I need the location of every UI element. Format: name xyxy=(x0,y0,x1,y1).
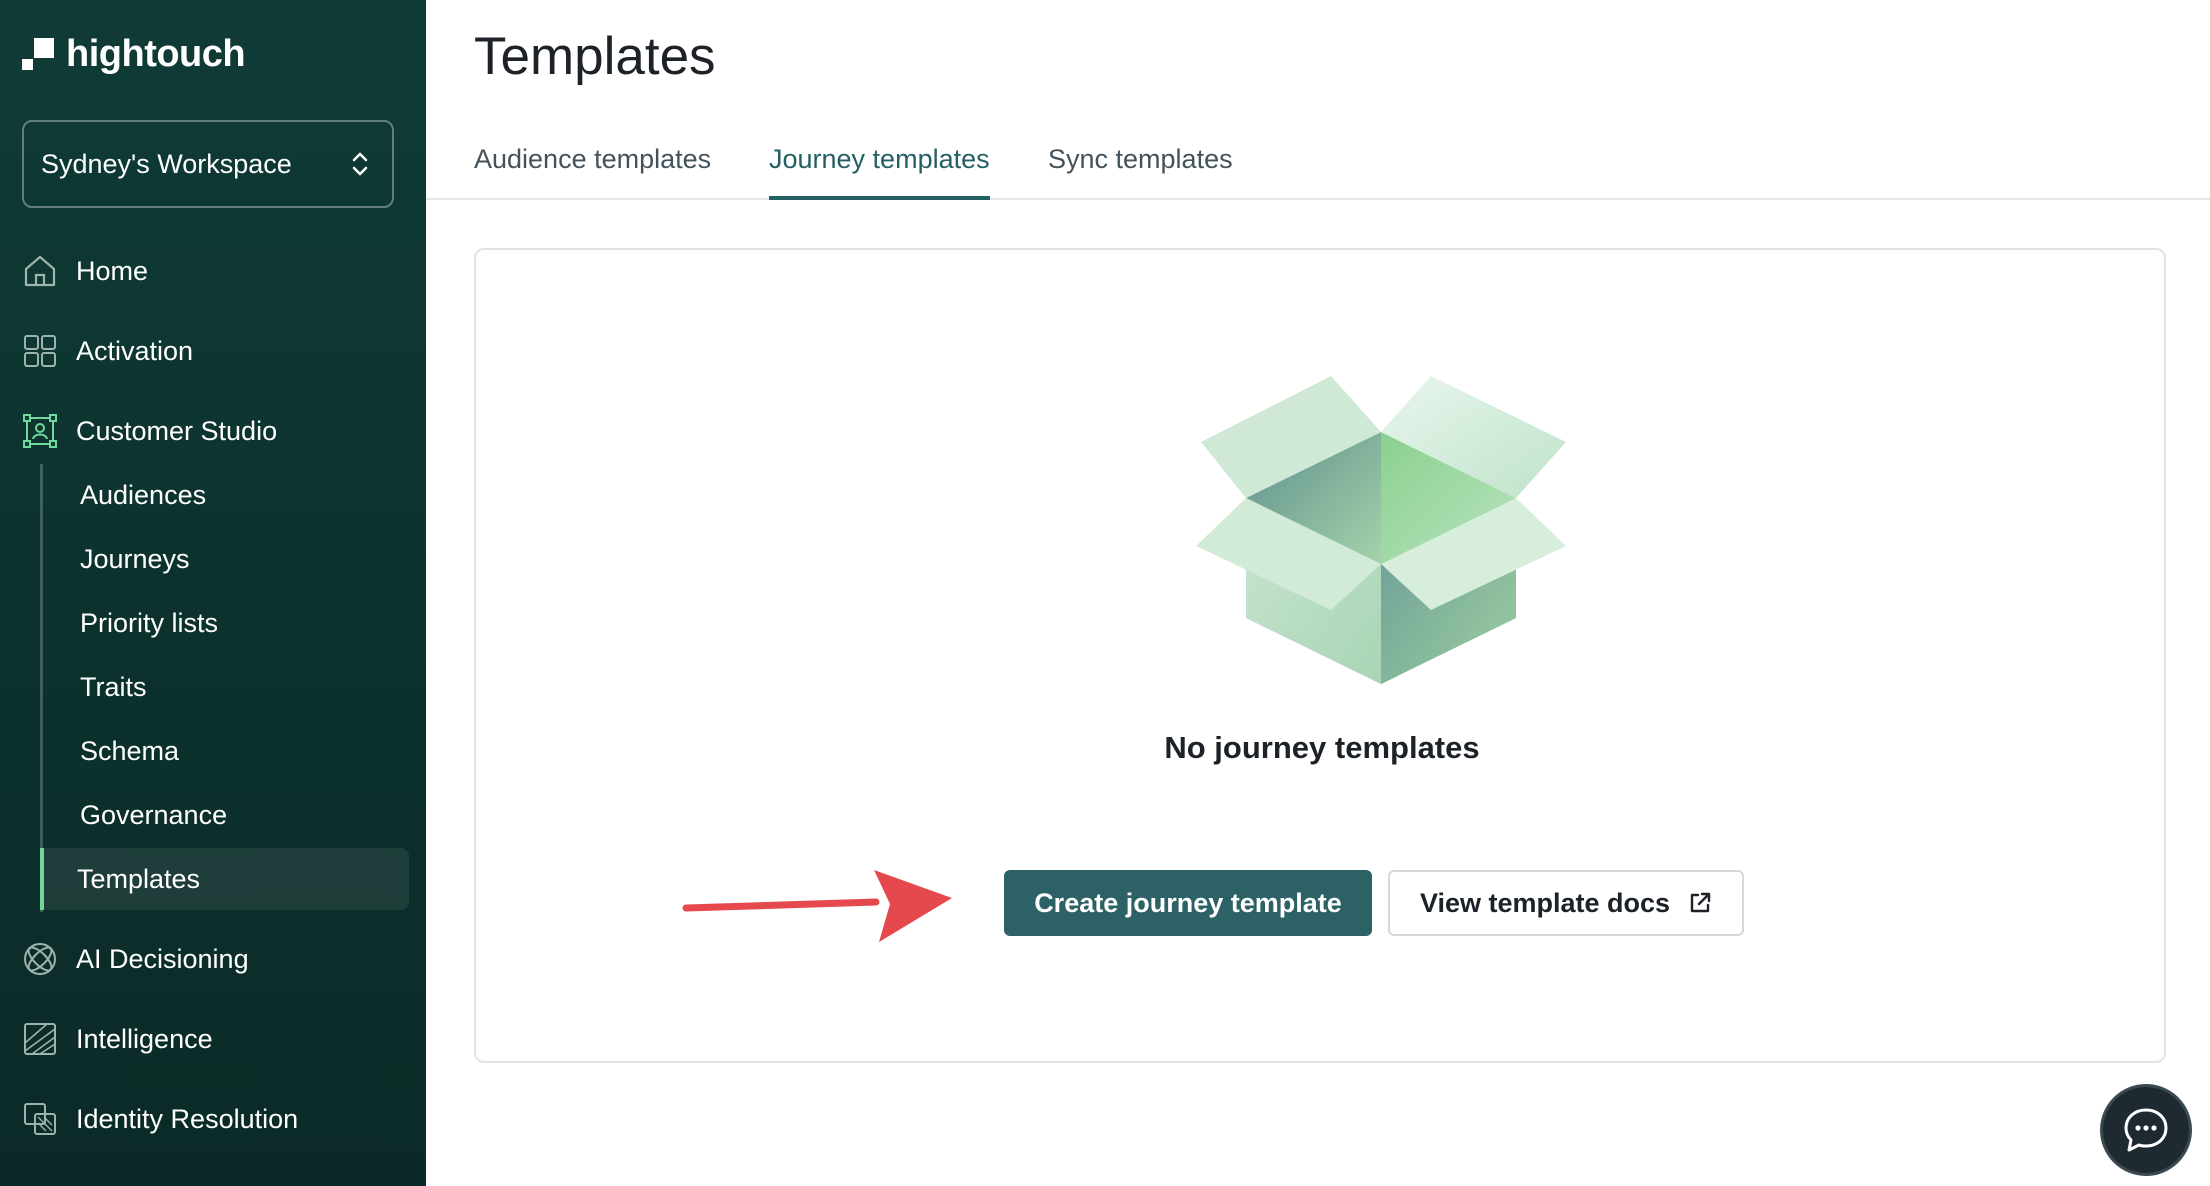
sidebar-subitem-label: Templates xyxy=(77,863,201,894)
sidebar-item-identity-resolution[interactable]: Identity Resolution xyxy=(22,1094,298,1144)
empty-state-card: No journey templates Create journey temp… xyxy=(474,248,2166,1063)
app-window: hightouch Sydney's Workspace Home Activa… xyxy=(0,0,2210,1186)
sidebar-item-label: AI Decisioning xyxy=(76,943,249,974)
sidebar: hightouch Sydney's Workspace Home Activa… xyxy=(0,0,426,1186)
sidebar-item-ai-decisioning[interactable]: AI Decisioning xyxy=(22,934,249,984)
sidebar-item-customer-studio[interactable]: Customer Studio xyxy=(22,406,277,456)
sidebar-subitem-label: Audiences xyxy=(80,479,207,510)
sidebar-item-home[interactable]: Home xyxy=(22,246,148,296)
sidebar-subitem-journeys[interactable]: Journeys xyxy=(43,528,409,590)
chevron-up-down-icon xyxy=(352,152,368,176)
sidebar-subitem-label: Priority lists xyxy=(80,607,219,638)
brand-logo[interactable]: hightouch xyxy=(22,30,246,78)
ai-decisioning-icon xyxy=(22,941,58,977)
intelligence-icon xyxy=(22,1021,58,1057)
tab-bar: Audience templates Journey templates Syn… xyxy=(426,130,2210,200)
sidebar-item-activation[interactable]: Activation xyxy=(22,326,193,376)
home-icon xyxy=(22,253,58,289)
sidebar-subitem-templates[interactable]: Templates xyxy=(40,848,409,910)
workspace-name: Sydney's Workspace xyxy=(41,148,292,179)
main-content: Templates Audience templates Journey tem… xyxy=(426,0,2210,1186)
empty-box-illustration xyxy=(1196,376,1566,684)
page-title: Templates xyxy=(474,27,716,86)
sidebar-item-label: Home xyxy=(76,255,149,286)
sidebar-item-label: Activation xyxy=(76,335,194,366)
sidebar-subitem-schema[interactable]: Schema xyxy=(43,720,409,782)
create-journey-template-button[interactable]: Create journey template xyxy=(1004,870,1372,936)
sidebar-subitem-governance[interactable]: Governance xyxy=(43,784,409,846)
external-link-icon xyxy=(1690,892,1711,913)
annotation-arrow-icon xyxy=(682,870,952,942)
sidebar-subitem-audiences[interactable]: Audiences xyxy=(43,464,409,526)
chat-bubble-icon xyxy=(2124,1108,2168,1152)
brand-name: hightouch xyxy=(66,32,246,75)
sidebar-subitem-label: Schema xyxy=(80,735,180,766)
identity-resolution-icon xyxy=(22,1101,58,1137)
empty-state-title: No journey templates xyxy=(1164,730,1480,765)
sidebar-subitem-label: Journeys xyxy=(80,543,190,574)
sidebar-subitem-traits[interactable]: Traits xyxy=(43,656,409,718)
sidebar-item-label: Identity Resolution xyxy=(76,1103,299,1134)
sidebar-item-label: Customer Studio xyxy=(76,415,278,446)
sidebar-item-intelligence[interactable]: Intelligence xyxy=(22,1014,213,1064)
sidebar-subitem-label: Governance xyxy=(80,799,228,830)
activation-icon xyxy=(22,333,58,369)
sidebar-item-label: Intelligence xyxy=(76,1023,213,1054)
hightouch-logo-icon xyxy=(22,38,54,70)
tab-audience-templates[interactable]: Audience templates xyxy=(474,130,711,200)
customer-studio-icon xyxy=(22,413,58,449)
tab-journey-templates[interactable]: Journey templates xyxy=(769,130,990,200)
tab-sync-templates[interactable]: Sync templates xyxy=(1048,130,1233,200)
view-template-docs-button[interactable]: View template docs xyxy=(1388,870,1744,936)
view-template-docs-label: View template docs xyxy=(1419,887,1671,918)
chat-support-button[interactable] xyxy=(2100,1084,2192,1176)
workspace-switcher[interactable]: Sydney's Workspace xyxy=(22,120,394,208)
sidebar-subitem-label: Traits xyxy=(80,671,147,702)
sidebar-subitem-priority-lists[interactable]: Priority lists xyxy=(43,592,409,654)
